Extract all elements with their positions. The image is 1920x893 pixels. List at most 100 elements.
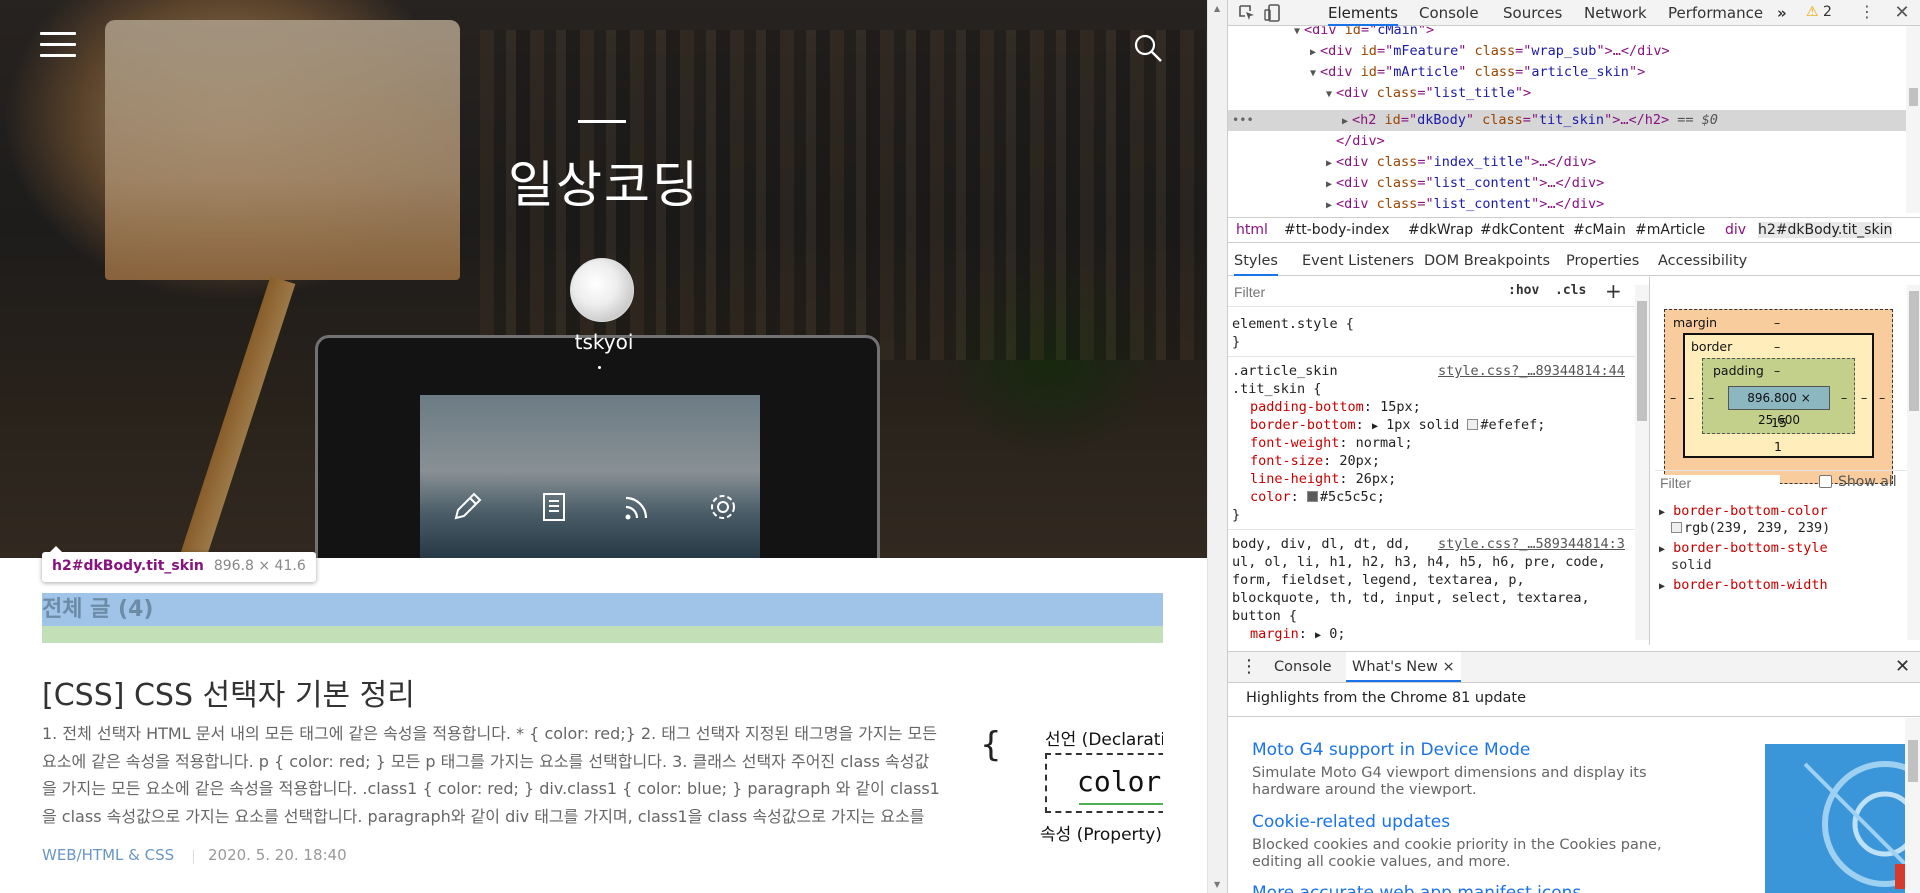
post-title[interactable]: [CSS] CSS 선택자 기본 정리 xyxy=(42,670,415,714)
dom-node-cmain[interactable]: ▼ <div id="cMain"> xyxy=(1294,26,1434,41)
computed-property[interactable]: ▶ border-bottom-width xyxy=(1659,577,1828,595)
computed-property[interactable]: ▶ border-bottom-style xyxy=(1659,540,1828,558)
notebook-icon[interactable] xyxy=(537,490,571,524)
more-tabs-button[interactable]: » xyxy=(1777,0,1787,26)
computed-property[interactable]: ▶ border-bottom-color xyxy=(1659,503,1828,521)
padding-left-value[interactable]: – xyxy=(1708,390,1714,405)
css-declaration[interactable]: margin: ▶ 0; xyxy=(1250,625,1345,645)
tab-dom-breakpoints[interactable]: DOM Breakpoints xyxy=(1424,248,1550,276)
dom-node-marticle[interactable]: ▼ <div id="mArticle" class="article_skin"… xyxy=(1310,62,1645,83)
breadcrumb-item[interactable]: #mArticle xyxy=(1635,222,1705,238)
padding-top-value[interactable]: – xyxy=(1774,363,1780,378)
tab-sources[interactable]: Sources xyxy=(1503,0,1562,26)
rule-selector[interactable]: .tit_skin { xyxy=(1232,380,1321,399)
computed-filter-input[interactable] xyxy=(1660,475,1780,491)
close-drawer-icon[interactable]: ✕ xyxy=(1895,652,1910,682)
padding-bottom-value[interactable]: 15 xyxy=(1771,415,1787,430)
margin-left-value[interactable]: – xyxy=(1670,390,1676,405)
breadcrumb-item[interactable]: #cMain xyxy=(1573,222,1626,238)
post-excerpt[interactable]: 1. 전체 선택자 HTML 문서 내의 모든 태그에 같은 속성을 적용합니다… xyxy=(42,720,942,832)
tab-console[interactable]: Console xyxy=(1419,0,1479,26)
inspect-element-icon[interactable] xyxy=(1238,4,1256,22)
tab-event-listeners[interactable]: Event Listeners xyxy=(1302,248,1414,276)
gear-icon[interactable] xyxy=(706,490,740,524)
padding-right-value[interactable]: – xyxy=(1841,390,1847,405)
dom-node-index-title[interactable]: ▶ <div class="index_title">…</div> xyxy=(1326,152,1596,173)
rss-icon[interactable] xyxy=(620,490,654,524)
whats-new-link[interactable]: More accurate web app manifest icons xyxy=(1252,883,1581,893)
blog-title[interactable]: 일상코딩 xyxy=(404,145,804,217)
rule-selector[interactable]: .article_skin style.css?_…89344814:44 xyxy=(1232,362,1632,381)
dom-row-menu-icon[interactable]: ••• xyxy=(1232,110,1254,131)
breadcrumb-item[interactable]: div xyxy=(1725,222,1746,238)
dom-node-close-div[interactable]: </div> xyxy=(1336,131,1385,152)
breadcrumb-item[interactable]: html xyxy=(1236,222,1268,238)
avatar[interactable] xyxy=(570,258,634,322)
css-declaration[interactable]: font-weight: normal; xyxy=(1250,434,1413,453)
scroll-down-arrow-icon[interactable]: ▼ xyxy=(1214,880,1220,889)
post-category-link[interactable]: WEB/HTML & CSS xyxy=(42,846,174,864)
scroll-up-arrow-icon[interactable]: ▲ xyxy=(1214,4,1220,13)
border-right-value[interactable]: – xyxy=(1861,390,1867,405)
margin-right-value[interactable]: – xyxy=(1879,390,1885,405)
new-rule-button[interactable]: + xyxy=(1605,279,1622,303)
styles-filter-input[interactable] xyxy=(1234,282,1494,302)
drawer-tab-whats-new[interactable]: What's New × xyxy=(1346,652,1461,682)
search-icon[interactable] xyxy=(1133,33,1163,63)
margin-top-value[interactable]: – xyxy=(1774,315,1780,330)
dom-tree[interactable]: ••• ▼ <div id="cMain"> ▶ <div id="mFeature… xyxy=(1228,26,1906,213)
post-thumbnail[interactable]: { 선언 (Declaratio color 속성 (Property) xyxy=(975,720,1163,850)
drawer-menu-icon[interactable]: ⋮ xyxy=(1240,652,1258,682)
close-tab-icon[interactable]: × xyxy=(1442,659,1454,675)
border-top-value[interactable]: – xyxy=(1774,339,1780,354)
color-swatch[interactable] xyxy=(1467,419,1479,430)
css-declaration[interactable]: color: #5c5c5c; xyxy=(1250,488,1385,507)
dom-node-list-content[interactable]: ▶ <div class="list_content">…</div> xyxy=(1326,173,1604,194)
close-icon[interactable]: ✕ xyxy=(1893,4,1911,22)
css-declaration[interactable]: padding-bottom: 15px; xyxy=(1250,398,1421,417)
whats-new-link[interactable]: Moto G4 support in Device Mode xyxy=(1252,740,1530,760)
border-bottom-value[interactable]: 1 xyxy=(1774,439,1782,454)
breadcrumb-item[interactable]: #dkWrap xyxy=(1408,222,1473,238)
css-declaration[interactable]: font-size: 20px; xyxy=(1250,452,1380,471)
device-toolbar-icon[interactable] xyxy=(1264,4,1282,22)
tab-properties[interactable]: Properties xyxy=(1566,248,1639,276)
dom-node-list-content[interactable]: ▶ <div class="list_content">…</div> xyxy=(1326,194,1604,213)
dom-node-h2-selected[interactable]: ▶ <h2 id="dkBody" class="tit_skin">…</h2>… xyxy=(1342,110,1718,131)
computed-scrollbar[interactable] xyxy=(1907,285,1920,640)
rule-selector[interactable]: form, fieldset, legend, textarea, p, xyxy=(1232,571,1525,590)
border-left-value[interactable]: – xyxy=(1688,390,1694,405)
tab-network[interactable]: Network xyxy=(1584,0,1647,26)
drawer-tab-console[interactable]: Console xyxy=(1274,652,1332,682)
pencil-icon[interactable] xyxy=(450,490,484,524)
tab-accessibility[interactable]: Accessibility xyxy=(1658,248,1747,276)
rule-source-link[interactable]: style.css?_…89344814:44 xyxy=(1438,362,1625,381)
cls-toggle[interactable]: .cls xyxy=(1555,283,1586,298)
hov-toggle[interactable]: :hov xyxy=(1508,283,1539,298)
breadcrumb-item[interactable]: #dkContent xyxy=(1480,222,1564,238)
rule-selector[interactable]: button { xyxy=(1232,607,1297,626)
warning-counter[interactable]: ⚠ 2 xyxy=(1806,4,1832,20)
tab-styles[interactable]: Styles xyxy=(1234,248,1278,276)
tab-elements[interactable]: Elements xyxy=(1328,0,1398,26)
dom-tree-scrollbar[interactable] xyxy=(1906,26,1920,213)
kebab-menu-icon[interactable]: ⋮ xyxy=(1858,4,1876,22)
rule-selector[interactable]: body, div, dl, dt, dd, style.css?_…589344… xyxy=(1232,535,1632,554)
box-model-content[interactable]: 896.800 × 25.600 xyxy=(1728,386,1830,427)
show-all-checkbox[interactable]: Show all xyxy=(1819,474,1897,490)
page-scrollbar[interactable]: ▲ ▼ xyxy=(1207,0,1227,893)
breadcrumb-item[interactable]: #tt-body-index xyxy=(1284,222,1390,238)
drawer-scrollbar[interactable] xyxy=(1905,718,1920,893)
element-style-rule[interactable]: element.style { xyxy=(1232,315,1354,334)
styles-scrollbar[interactable] xyxy=(1635,285,1649,640)
rule-source-link[interactable]: style.css?_…589344814:3 xyxy=(1438,535,1625,554)
dom-node-list-title[interactable]: ▼ <div class="list_title"> xyxy=(1326,83,1531,104)
hamburger-menu-icon[interactable] xyxy=(40,32,76,62)
whats-new-link[interactable]: Cookie-related updates xyxy=(1252,812,1450,832)
rule-selector[interactable]: blockquote, th, td, input, select, texta… xyxy=(1232,589,1590,608)
css-declaration[interactable]: line-height: 26px; xyxy=(1250,470,1396,489)
rule-selector[interactable]: ul, ol, li, h1, h2, h3, h4, h5, h6, pre,… xyxy=(1232,553,1606,572)
dom-node-mfeature[interactable]: ▶ <div id="mFeature" class="wrap_sub">…</… xyxy=(1310,41,1670,62)
color-swatch[interactable] xyxy=(1306,491,1318,502)
breadcrumb-item-current[interactable]: h2#dkBody.tit_skin xyxy=(1758,222,1893,238)
